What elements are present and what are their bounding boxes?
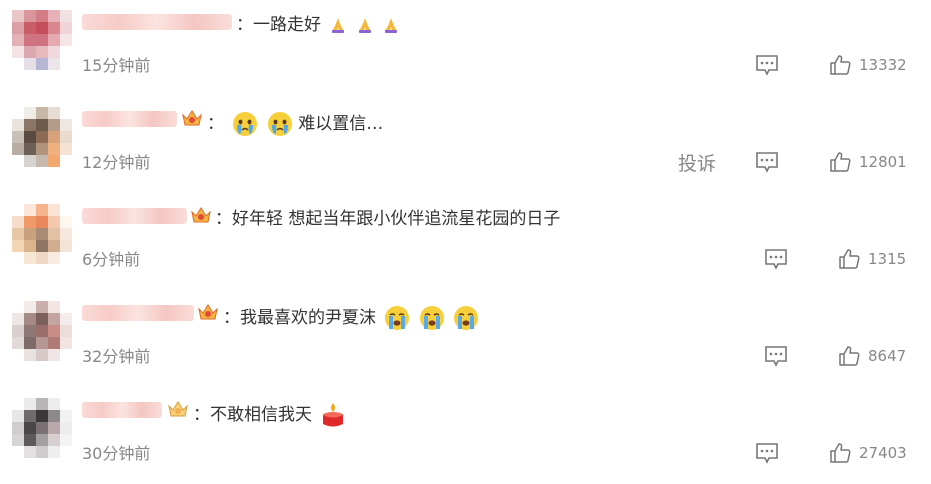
like-button[interactable]: 1315 (838, 248, 906, 270)
avatar[interactable] (12, 301, 72, 361)
username[interactable] (82, 402, 162, 418)
username[interactable] (82, 208, 187, 224)
username[interactable] (82, 111, 177, 127)
report-button[interactable]: 投诉 (678, 149, 716, 176)
reply-icon[interactable] (764, 345, 788, 367)
crying-face-icon (233, 112, 258, 136)
like-button[interactable]: 27403 (829, 442, 907, 464)
avatar[interactable] (12, 107, 72, 167)
comment-text: ： 难以置信… (207, 111, 383, 137)
username[interactable] (82, 305, 194, 321)
comment-item: ： 难以置信… 12分钟前 投诉 12801 (0, 97, 931, 193)
like-count: 1315 (868, 250, 907, 268)
crown-badge-icon (182, 110, 202, 126)
thumbs-up-icon (839, 346, 860, 366)
pray-icon (358, 18, 371, 33)
comment-text: ：一路走好 (236, 14, 400, 36)
reply-icon[interactable] (755, 442, 779, 464)
reply-icon[interactable] (764, 248, 788, 270)
pray-icon (385, 18, 398, 33)
comment-item: ：不敢相信我天 30分钟前 27403 (0, 388, 931, 484)
like-count: 27403 (859, 444, 907, 462)
username[interactable] (82, 14, 232, 30)
comment-time: 12分钟前 (82, 153, 151, 172)
crown-badge-icon (191, 207, 211, 223)
comment-item: ：我最喜欢的尹夏沫 32分钟前 8647 (0, 291, 931, 387)
candle-icon (323, 403, 344, 427)
comment-time: 6分钟前 (82, 250, 141, 269)
loudly-crying-icon (419, 306, 444, 330)
like-button[interactable]: 8647 (838, 345, 906, 367)
comment-text: ：不敢相信我天 (193, 402, 346, 428)
like-count: 12801 (859, 153, 907, 171)
comment-time: 15分钟前 (82, 56, 151, 75)
crown-badge-icon (168, 401, 188, 417)
comment-text: ：我最喜欢的尹夏沫 (223, 305, 479, 331)
reply-icon[interactable] (755, 54, 779, 76)
avatar[interactable] (12, 204, 72, 264)
comment-time: 32分钟前 (82, 347, 151, 366)
comment-item: ：好年轻 想起当年跟小伙伴追流星花园的日子 6分钟前 1315 (0, 194, 931, 290)
comment-item: ：一路走好 15分钟前 13332 (0, 0, 931, 96)
thumbs-up-icon (830, 55, 851, 75)
like-count: 8647 (868, 347, 907, 365)
thumbs-up-icon (830, 443, 851, 463)
reply-icon[interactable] (755, 151, 779, 173)
loudly-crying-icon (454, 306, 479, 330)
thumbs-up-icon (830, 152, 851, 172)
crying-face-icon (267, 112, 292, 136)
like-count: 13332 (859, 56, 907, 74)
thumbs-up-icon (839, 249, 860, 269)
avatar[interactable] (12, 10, 72, 70)
avatar[interactable] (12, 398, 72, 458)
comment-text: ：好年轻 想起当年跟小伙伴追流星花园的日子 (215, 209, 561, 229)
comment-time: 30分钟前 (82, 444, 151, 463)
pray-icon (332, 18, 345, 33)
crown-badge-icon (198, 304, 218, 320)
like-button[interactable]: 13332 (829, 54, 907, 76)
like-button[interactable]: 12801 (829, 151, 907, 173)
loudly-crying-icon (385, 306, 410, 330)
